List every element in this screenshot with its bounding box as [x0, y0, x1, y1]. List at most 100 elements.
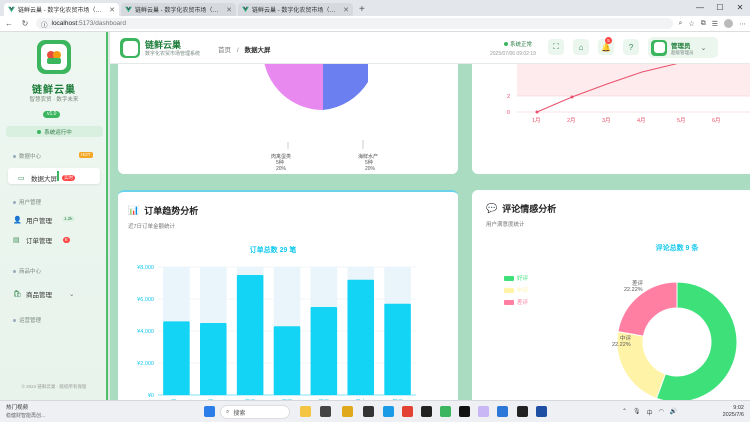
- close-icon[interactable]: ✕: [109, 6, 115, 14]
- search-icon[interactable]: ⌕: [679, 20, 683, 28]
- app-icon[interactable]: [363, 406, 374, 417]
- fullscreen-icon: ⛶: [553, 42, 559, 51]
- maximize-button[interactable]: ☐: [710, 0, 730, 16]
- url-host: localhost: [51, 20, 78, 27]
- order-count-badge: 8: [63, 237, 70, 243]
- lang-indicator[interactable]: 中: [647, 408, 653, 417]
- dashboard-main[interactable]: 肉禽蛋类 5种 20% 海鲜水产 5种 20% 2 0 1月 2月 3月 4月 …: [110, 64, 750, 400]
- vegetable-basket-icon: [47, 51, 61, 64]
- star-icon[interactable]: ☆: [688, 20, 694, 28]
- sidebar-item-dashboard-label[interactable]: ▭ 数据大屏: [18, 173, 57, 183]
- browser-tab-3[interactable]: 链鲜云巢 - 数字化农贸市场（管理... ✕: [238, 3, 353, 16]
- bar[interactable]: [236, 275, 264, 395]
- bar[interactable]: [347, 279, 374, 395]
- donut-outer-pct: 22.22%: [624, 287, 643, 293]
- home-button[interactable]: ⌂: [573, 39, 589, 55]
- taskbar-search[interactable]: ⌕ 搜索: [220, 405, 290, 419]
- windows-start-icon[interactable]: [204, 406, 215, 417]
- vscode-icon[interactable]: [497, 406, 508, 417]
- app-icon[interactable]: [421, 406, 432, 417]
- new-tab-button[interactable]: +: [359, 3, 365, 16]
- bar[interactable]: [310, 307, 338, 395]
- y-tick-label: ¥4,000: [137, 329, 154, 335]
- more-icon[interactable]: ⋯: [739, 20, 746, 28]
- order-icon: ▤: [13, 237, 20, 244]
- close-window-button[interactable]: ✕: [730, 0, 750, 16]
- sidebar-item-label: 订单管理: [26, 238, 52, 245]
- wifi-icon[interactable]: ◠: [659, 408, 664, 417]
- pie-label-seafood-pct: 20%: [365, 166, 376, 172]
- help-icon: ?: [628, 42, 634, 52]
- category-pie-chart: 肉禽蛋类 5种 20% 海鲜水产 5种 20%: [264, 64, 378, 172]
- clock[interactable]: 9:02 2025/7/6: [723, 405, 744, 419]
- close-icon[interactable]: ✕: [343, 6, 349, 14]
- chevron-up-icon[interactable]: ⌃: [622, 408, 627, 417]
- pie-slice-meat: [264, 64, 323, 111]
- volume-icon[interactable]: 🔊: [670, 408, 677, 417]
- news-widget[interactable]: 热门视频 稳健财智能再创...: [6, 404, 45, 420]
- minimize-button[interactable]: —: [690, 0, 710, 16]
- reload-icon[interactable]: ↻: [20, 19, 30, 28]
- review-card-title: 💬 评论情感分析: [486, 202, 556, 215]
- github-icon[interactable]: [459, 406, 470, 417]
- pie-label-seafood: 海鲜水产: [358, 153, 378, 160]
- info-icon[interactable]: ⓘ: [41, 19, 48, 29]
- bar[interactable]: [384, 303, 411, 395]
- mic-icon[interactable]: 🎙: [633, 408, 641, 417]
- browser-tab-2[interactable]: 链鲜云巢 - 数字化农贸市场（用... ✕: [121, 3, 236, 16]
- taskbar-search-text: 搜索: [233, 410, 246, 417]
- sidebar-item-label: 数据大屏: [31, 176, 57, 183]
- bar[interactable]: [200, 323, 227, 395]
- system-status-text: 系统运行中: [44, 129, 72, 136]
- sidebar-item-users[interactable]: 👤 用户管理: [13, 215, 52, 225]
- fullscreen-button[interactable]: ⛶: [548, 39, 564, 55]
- bar[interactable]: [163, 321, 190, 395]
- bar[interactable]: [273, 326, 301, 395]
- brand-name: 链鲜云巢: [32, 85, 76, 96]
- browser-tab-1[interactable]: 链鲜云巢 - 数字化农贸市场（用户... ✕: [4, 3, 119, 16]
- app-icon[interactable]: [478, 406, 489, 417]
- trend-line-card: 2 0 1月 2月 3月 4月 5月 6月: [472, 64, 750, 174]
- app-icon[interactable]: [517, 406, 528, 417]
- user-menu[interactable]: 管理员 超级管理员 ⌄: [648, 37, 718, 58]
- sidebar-item-orders[interactable]: ▤ 订单管理: [13, 235, 52, 245]
- window-controls: — ☐ ✕: [690, 0, 750, 16]
- url-path: :5173/dashboard: [77, 20, 126, 27]
- browser-tab-title: 链鲜云巢 - 数字化农贸市场（管理...: [252, 8, 341, 14]
- logo: [37, 40, 71, 74]
- close-icon[interactable]: ✕: [226, 6, 232, 14]
- edge-icon[interactable]: [383, 406, 394, 417]
- y-tick: 2: [507, 94, 510, 100]
- chrome-icon[interactable]: [402, 406, 413, 417]
- breadcrumb-home[interactable]: 首页: [218, 47, 231, 54]
- browser-tab-strip: 链鲜云巢 - 数字化农贸市场（用户... ✕ 链鲜云巢 - 数字化农贸市场（用.…: [0, 0, 750, 16]
- brand-slogan: 智慧农贸 · 数字未来: [29, 97, 79, 103]
- section-title: 用户管理: [19, 200, 42, 206]
- sidebar-item-goods[interactable]: 🛍 商品管理 ⌄: [13, 289, 74, 299]
- favorites-icon[interactable]: ☰: [712, 20, 718, 28]
- legend-swatch: [504, 288, 514, 293]
- x-tick: 1月: [532, 117, 541, 124]
- x-tick: 4月: [637, 117, 646, 124]
- file-explorer-icon[interactable]: [342, 406, 353, 417]
- review-sentiment-card: 💬 评论情感分析 用户满意度统计 评论总数 9 条 好评 中评 差评 差评 22.22%…: [472, 190, 750, 400]
- extensions-icon[interactable]: ⧉: [701, 20, 706, 28]
- app-icon[interactable]: [440, 406, 451, 417]
- app-icon[interactable]: [320, 406, 331, 417]
- back-icon[interactable]: ←: [4, 19, 14, 28]
- section-user: 用户管理: [13, 198, 41, 206]
- topbar-subtitle: 数字化农贸市场管理系统: [145, 51, 201, 57]
- app-icon[interactable]: [300, 406, 311, 417]
- profile-avatar[interactable]: [724, 19, 733, 28]
- app-icon[interactable]: [536, 406, 547, 417]
- news-title: 热门视频: [6, 405, 29, 411]
- clock-time: 9:02: [733, 405, 744, 411]
- os-taskbar: 热门视频 稳健财智能再创... ⌕ 搜索 ⌃ 🎙 中 ◠ 🔊 9:02 2025/…: [0, 400, 750, 422]
- trend-line-chart: 2 0 1月 2月 3月 4月 5月 6月: [507, 64, 750, 124]
- category-pie-card: 肉禽蛋类 5种 20% 海鲜水产 5种 20%: [118, 64, 458, 174]
- system-ok-text: 系统正常: [510, 42, 533, 48]
- help-button[interactable]: ?: [623, 39, 639, 55]
- x-tick: 2月: [567, 117, 576, 124]
- url-input[interactable]: ⓘ localhost:5173/dashboard: [36, 18, 673, 29]
- pie-slice-seafood: [323, 64, 368, 110]
